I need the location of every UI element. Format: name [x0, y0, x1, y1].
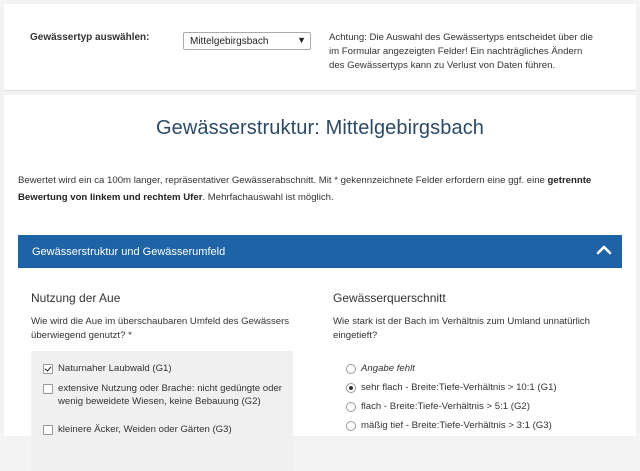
type-select[interactable]: Mittelgebirgsbach ▼ — [183, 32, 311, 50]
radio[interactable] — [346, 421, 356, 431]
option-label: sehr flach - Breite:Tiefe-Verhältnis > 1… — [361, 382, 557, 393]
warning-line: im Formular angezeigten Felder! Ein nach… — [329, 46, 583, 57]
radio[interactable] — [346, 364, 356, 374]
option-label: Angabe fehlt — [361, 363, 415, 374]
warning-line: des Gewässertyps kann zu Verlust von Dat… — [329, 60, 556, 71]
intro-text: Bewertet wird ein ca 100m langer, repräs… — [18, 172, 623, 206]
cross-section-group: Gewässerquerschnitt Wie stark ist der Ba… — [333, 291, 603, 431]
aue-usage-group: Nutzung der Aue Wie wird die Aue im über… — [31, 291, 301, 471]
option-label: extensive Nutzung oder Brache: nicht ged… — [58, 383, 283, 407]
checkbox-checked[interactable] — [43, 364, 53, 374]
dropdown-caret-icon: ▼ — [297, 35, 306, 45]
cross-section-heading: Gewässerquerschnitt — [333, 291, 446, 305]
option-label: flach - Breite:Tiefe-Verhältnis > 5:1 (G… — [361, 401, 530, 412]
type-selector-bar: Gewässertyp auswählen: Mittelgebirgsbach… — [4, 4, 636, 91]
type-label: Gewässertyp auswählen: — [30, 32, 150, 43]
form-main: Gewässerstruktur: Mittelgebirgsbach Bewe… — [4, 95, 636, 471]
cross-section-question: Wie stark ist der Bach im Verhältnis zum… — [333, 316, 590, 341]
type-warning: Achtung: Die Auswahl des Gewässertyps en… — [329, 31, 619, 73]
cross-section-options: Angabe fehlt sehr flach - Breite:Tiefe-V… — [333, 351, 595, 471]
intro-part1: Bewertet wird ein ca 100m langer, repräs… — [18, 175, 548, 186]
section-title: Gewässerstruktur und Gewässerumfeld — [32, 245, 226, 258]
type-select-value: Mittelgebirgsbach — [190, 35, 269, 47]
option-label: mäßig tief - Breite:Tiefe-Verhältnis > 3… — [361, 420, 552, 431]
page-title: Gewässerstruktur: Mittelgebirgsbach — [155, 117, 485, 139]
option-label: kleinere Äcker, Weiden oder Gärten (G3) — [58, 424, 232, 435]
aue-usage-options: Naturnaher Laubwald (G1) extensive Nutzu… — [31, 351, 293, 471]
checkbox[interactable] — [43, 425, 53, 435]
warning-line: Achtung: Die Auswahl des Gewässertyps en… — [329, 32, 593, 43]
chevron-up-icon[interactable] — [596, 242, 612, 258]
intro-part2: . Mehrfachauswahl ist möglich. — [202, 192, 334, 203]
radio[interactable] — [346, 402, 356, 412]
radio-selected[interactable] — [346, 383, 356, 393]
aue-usage-question: Wie wird die Aue im überschaubaren Umfel… — [31, 316, 290, 341]
option-label: Naturnaher Laubwald (G1) — [58, 363, 172, 374]
checkbox[interactable] — [43, 384, 53, 394]
aue-usage-heading: Nutzung der Aue — [31, 291, 121, 305]
section-header-structure[interactable]: Gewässerstruktur und Gewässerumfeld — [18, 235, 622, 268]
